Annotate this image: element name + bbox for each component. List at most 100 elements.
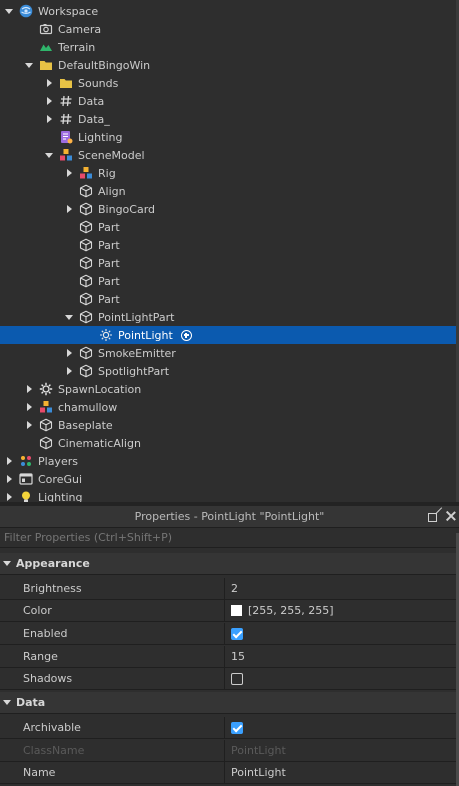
chevron-right-icon[interactable] (62, 362, 76, 380)
prop-value[interactable] (225, 668, 243, 689)
chevron-down-icon[interactable] (0, 694, 14, 712)
section-appearance[interactable]: Appearance (0, 553, 456, 575)
tree-item-part[interactable]: Part (0, 254, 456, 272)
chevron-right-icon[interactable] (2, 452, 16, 470)
tree-item-players[interactable]: Players (0, 452, 456, 470)
chevron-right-icon[interactable] (62, 344, 76, 362)
chevron-right-icon[interactable] (22, 380, 36, 398)
tree-item-chamullow[interactable]: chamullow (0, 398, 456, 416)
part-icon (78, 363, 94, 379)
tree-item-lighting[interactable]: Lighting (0, 488, 456, 502)
chevron-right-icon[interactable] (62, 164, 76, 182)
tree-item-label: SpotlightPart (98, 364, 170, 378)
archivable-checkbox[interactable] (231, 721, 243, 734)
chevron-right-icon[interactable] (22, 398, 36, 416)
tree-item-defaultbingowin[interactable]: DefaultBingoWin (0, 56, 456, 74)
part-icon (78, 201, 94, 217)
tree-item-label: Data (78, 94, 105, 108)
chevron-down-icon[interactable] (22, 56, 36, 74)
name-value[interactable]: PointLight (231, 766, 286, 779)
color-value[interactable]: [255, 255, 255] (248, 604, 334, 617)
filter-properties-input[interactable] (4, 531, 444, 544)
tree-item-baseplate[interactable]: Baseplate (0, 416, 456, 434)
tree-item-rig[interactable]: Rig (0, 164, 456, 182)
tree-item-align[interactable]: Align (0, 182, 456, 200)
chevron-right-icon[interactable] (62, 200, 76, 218)
tree-item-data[interactable]: Data_ (0, 110, 456, 128)
prop-value[interactable] (225, 717, 243, 738)
shadows-checkbox[interactable] (231, 672, 243, 685)
chevron-right-icon[interactable] (42, 92, 56, 110)
chevron-down-icon[interactable] (62, 308, 76, 326)
section-data[interactable]: Data (0, 692, 456, 714)
prop-value[interactable]: 15 (225, 646, 245, 667)
tree-item-scenemodel[interactable]: SceneModel (0, 146, 456, 164)
tree-item-pointlightpart[interactable]: PointLightPart (0, 308, 456, 326)
tree-item-label: Align (98, 184, 126, 198)
chevron-right-icon[interactable] (22, 416, 36, 434)
arrow-spacer (82, 326, 96, 344)
brightness-value[interactable]: 2 (231, 582, 238, 595)
tree-item-label: Sounds (78, 76, 119, 90)
chevron-right-icon[interactable] (42, 110, 56, 128)
tree-item-workspace[interactable]: Workspace (0, 2, 456, 20)
close-icon[interactable] (445, 510, 457, 522)
tree-item-bingocard[interactable]: BingoCard (0, 200, 456, 218)
tree-item-smokeemitter[interactable]: SmokeEmitter (0, 344, 456, 362)
tree-item-spotlightpart[interactable]: SpotlightPart (0, 362, 456, 380)
tree-item-part[interactable]: Part (0, 236, 456, 254)
chevron-down-icon[interactable] (2, 2, 16, 20)
camera-icon (38, 21, 54, 37)
chevron-down-icon[interactable] (0, 555, 14, 573)
tree-item-sounds[interactable]: Sounds (0, 74, 456, 92)
chevron-right-icon[interactable] (2, 470, 16, 488)
part-icon (78, 291, 94, 307)
arrow-spacer (42, 128, 56, 146)
value-icon (58, 93, 74, 109)
section-label: Appearance (16, 557, 90, 570)
tree-item-data[interactable]: Data (0, 92, 456, 110)
part-icon (38, 417, 54, 433)
tree-item-lighting[interactable]: Lighting (0, 128, 456, 146)
prop-value[interactable]: [255, 255, 255] (225, 600, 334, 621)
tree-item-camera[interactable]: Camera (0, 20, 456, 38)
prop-row-enabled[interactable]: Enabled (0, 623, 456, 645)
undock-icon[interactable] (427, 510, 439, 522)
range-value[interactable]: 15 (231, 650, 245, 663)
part-icon (78, 183, 94, 199)
chevron-down-icon[interactable] (42, 146, 56, 164)
tree-item-label: SmokeEmitter (98, 346, 176, 360)
enabled-checkbox[interactable] (231, 627, 243, 640)
prop-value[interactable]: PointLight (225, 762, 286, 783)
part-icon (78, 273, 94, 289)
tree-item-spawnlocation[interactable]: SpawnLocation (0, 380, 456, 398)
chevron-right-icon[interactable] (42, 74, 56, 92)
prop-row-range[interactable]: Range 15 (0, 646, 456, 668)
tree-item-pointlight[interactable]: PointLight (0, 326, 456, 344)
tree-item-part[interactable]: Part (0, 272, 456, 290)
color-swatch[interactable] (231, 605, 242, 616)
tree-item-part[interactable]: Part (0, 290, 456, 308)
prop-value[interactable] (225, 623, 243, 644)
prop-row-color[interactable]: Color [255, 255, 255] (0, 600, 456, 622)
arrow-spacer (22, 20, 36, 38)
prop-row-name[interactable]: Name PointLight (0, 762, 456, 784)
coregui-icon (18, 471, 34, 487)
tree-item-label: Part (98, 274, 120, 288)
workspace-icon (18, 3, 34, 19)
prop-name: Name (0, 762, 225, 783)
prop-value[interactable]: 2 (225, 578, 238, 599)
tree-item-coregui[interactable]: CoreGui (0, 470, 456, 488)
chevron-right-icon[interactable] (2, 488, 16, 502)
tree-item-terrain[interactable]: Terrain (0, 38, 456, 56)
tree-item-label: Players (38, 454, 78, 468)
script-icon (58, 129, 74, 145)
prop-row-archivable[interactable]: Archivable (0, 717, 456, 739)
prop-row-shadows[interactable]: Shadows (0, 668, 456, 690)
tree-item-part[interactable]: Part (0, 218, 456, 236)
add-object-icon[interactable] (180, 329, 192, 341)
prop-row-brightness[interactable]: Brightness 2 (0, 578, 456, 600)
tree-item-cinematicalign[interactable]: CinematicAlign (0, 434, 456, 452)
explorer-panel: Workspace Camera Terrain DefaultBingoWin Sou… (0, 0, 459, 502)
filter-bar (0, 528, 459, 548)
